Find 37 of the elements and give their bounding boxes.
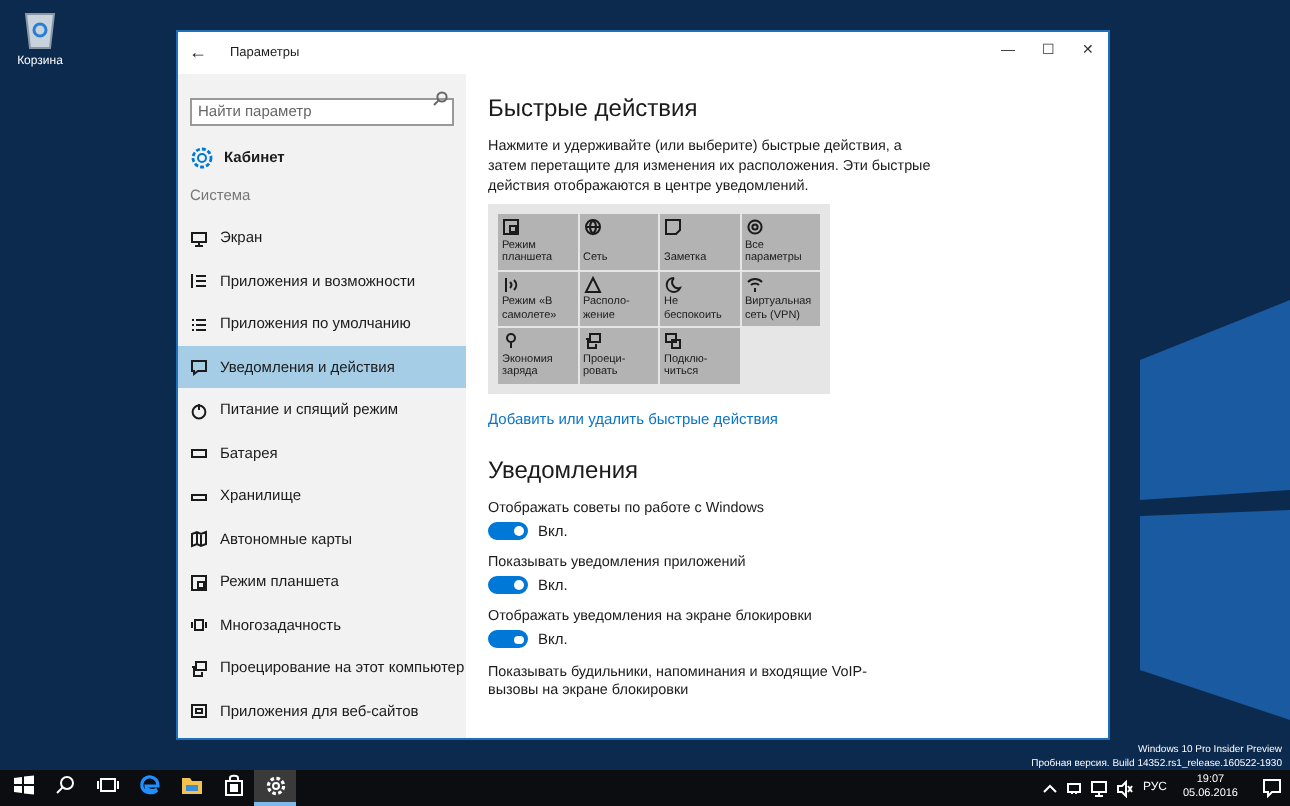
toggle-switch[interactable] xyxy=(488,576,528,595)
toggle-switch[interactable] xyxy=(488,521,528,540)
globe-icon xyxy=(583,218,601,236)
window-icon xyxy=(190,702,208,720)
battery-icon xyxy=(190,444,208,462)
gear-icon xyxy=(745,218,763,236)
location-icon xyxy=(583,275,601,293)
toggle-switch[interactable] xyxy=(488,630,528,649)
tablet-icon xyxy=(190,573,208,591)
message-icon xyxy=(190,358,208,376)
multitask-icon xyxy=(190,616,208,634)
back-button[interactable]: ← xyxy=(178,39,218,67)
moon-icon xyxy=(664,275,682,293)
recycle-bin-icon xyxy=(20,8,60,52)
monitor-icon xyxy=(1090,779,1109,797)
notifications-icon xyxy=(1262,778,1282,798)
gear-icon xyxy=(190,145,214,169)
search-icon xyxy=(432,90,448,106)
map-icon xyxy=(190,530,208,548)
network-icon xyxy=(1066,780,1083,796)
projector-icon xyxy=(190,659,208,677)
chevron-up-icon xyxy=(1042,781,1059,795)
power-icon xyxy=(190,401,208,419)
tablet-icon xyxy=(502,218,520,236)
speaker-muted-icon xyxy=(1116,779,1135,797)
section-title: Быстрые действия xyxy=(488,92,700,126)
display-icon xyxy=(190,229,208,247)
projector-icon xyxy=(583,332,601,350)
list-icon xyxy=(190,272,208,290)
note-icon xyxy=(664,218,682,236)
settings-icon[interactable] xyxy=(254,770,296,806)
list-icon xyxy=(190,315,208,333)
section-title: Уведомления xyxy=(488,453,641,488)
pin-icon xyxy=(502,332,520,350)
wifi-icon xyxy=(745,275,763,293)
monitors-icon xyxy=(664,332,682,350)
antenna-icon xyxy=(502,275,520,293)
